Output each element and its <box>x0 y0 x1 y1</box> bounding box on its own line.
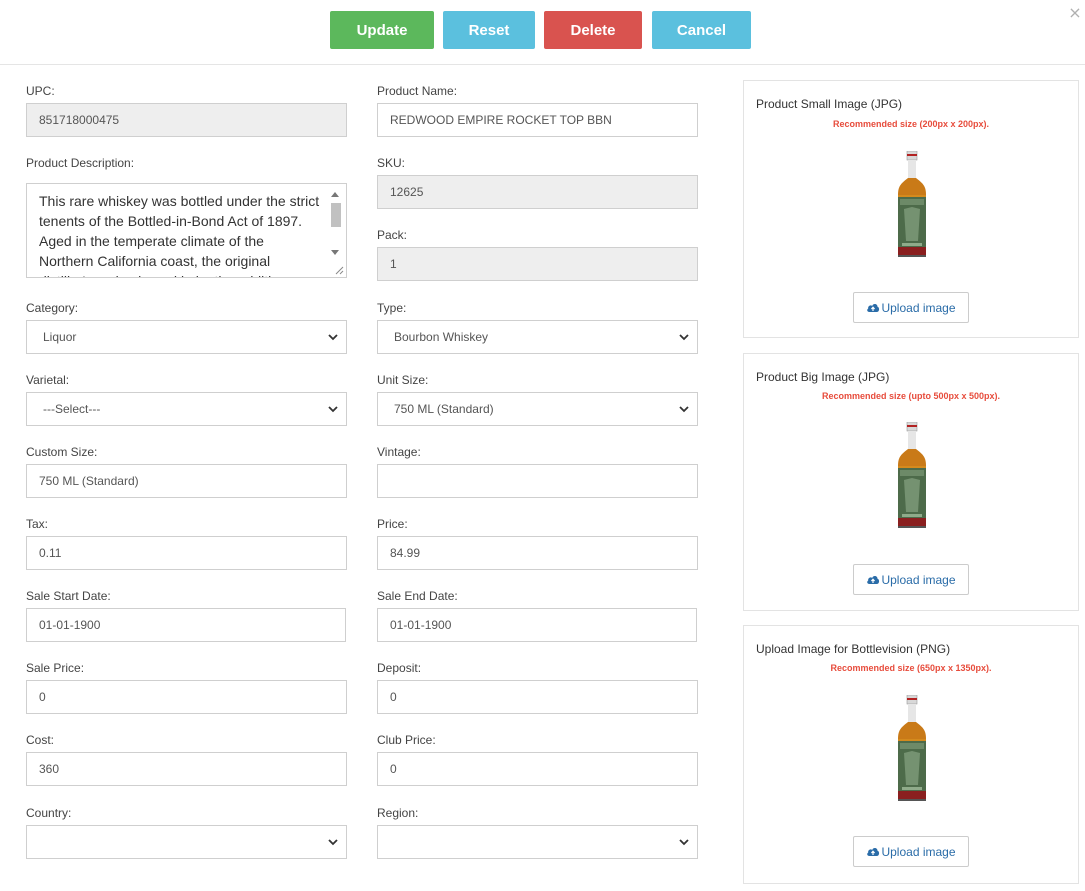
chevron-down-icon <box>328 839 338 846</box>
bottlevision-image-panel: Upload Image for Bottlevision (PNG) Reco… <box>743 625 1079 884</box>
product-name-label: Product Name: <box>377 84 458 98</box>
product-description-text: This rare whiskey was bottled under the … <box>39 193 320 277</box>
close-icon[interactable]: × <box>1068 5 1082 21</box>
small-image-panel: Product Small Image (JPG) Recommended si… <box>743 80 1079 338</box>
bottlevision-image-recommendation: Recommended size (650px x 1350px). <box>830 663 992 673</box>
region-label: Region: <box>377 806 419 820</box>
cloud-upload-icon <box>867 576 880 584</box>
unit-size-selected-value: 750 ML (Standard) <box>394 402 494 416</box>
big-image-panel: Product Big Image (JPG) Recommended size… <box>743 353 1079 611</box>
sku-label: SKU: <box>377 156 406 170</box>
custom-size-field[interactable]: 750 ML (Standard) <box>26 464 347 498</box>
country-select[interactable] <box>26 825 347 859</box>
sale-start-date-field[interactable]: 01-01-1900 <box>26 608 346 642</box>
small-image-title: Product Small Image (JPG) <box>756 97 903 111</box>
sale-end-date-field[interactable]: 01-01-1900 <box>377 608 697 642</box>
chevron-down-icon <box>328 334 338 341</box>
sale-end-date-label: Sale End Date: <box>377 589 458 603</box>
cost-field[interactable]: 360 <box>26 752 347 786</box>
chevron-down-icon <box>328 406 338 413</box>
upload-label: Upload image <box>881 844 956 859</box>
update-button[interactable]: Update <box>330 11 434 49</box>
sale-start-date-label: Sale Start Date: <box>26 589 111 603</box>
cancel-button[interactable]: Cancel <box>652 11 751 49</box>
delete-button[interactable]: Delete <box>544 11 642 49</box>
upc-field[interactable]: 851718000475 <box>26 103 347 137</box>
type-select[interactable]: Bourbon Whiskey <box>377 320 698 354</box>
price-label: Price: <box>377 517 408 531</box>
bottlevision-image-title: Upload Image for Bottlevision (PNG) <box>756 642 951 656</box>
pack-field[interactable]: 1 <box>377 247 698 281</box>
type-label: Type: <box>377 301 407 315</box>
cloud-upload-icon <box>867 848 880 856</box>
deposit-label: Deposit: <box>377 661 422 675</box>
sale-price-label: Sale Price: <box>26 661 85 675</box>
product-bottle-image <box>897 695 927 801</box>
chevron-down-icon <box>679 334 689 341</box>
tax-field[interactable]: 0.11 <box>26 536 347 570</box>
small-image-recommendation: Recommended size (200px x 200px). <box>832 119 990 129</box>
chevron-down-icon <box>679 406 689 413</box>
club-price-label: Club Price: <box>377 733 436 747</box>
pack-label: Pack: <box>377 228 408 242</box>
sale-price-field[interactable]: 0 <box>26 680 347 714</box>
product-bottle-image <box>897 422 927 528</box>
product-bottle-image <box>897 151 927 257</box>
upload-big-image-button[interactable]: Upload image <box>853 564 969 595</box>
upload-label: Upload image <box>881 300 956 315</box>
product-description-textarea[interactable]: This rare whiskey was bottled under the … <box>26 183 347 278</box>
scroll-thumb[interactable] <box>331 203 341 227</box>
big-image-title: Product Big Image (JPG) <box>756 370 890 384</box>
cost-label: Cost: <box>26 733 55 747</box>
textarea-scrollbar[interactable] <box>330 187 342 260</box>
category-selected-value: Liquor <box>43 330 77 344</box>
unit-size-label: Unit Size: <box>377 373 429 387</box>
vintage-label: Vintage: <box>377 445 421 459</box>
price-field[interactable]: 84.99 <box>377 536 698 570</box>
upload-label: Upload image <box>881 572 956 587</box>
varietal-selected-value: ---Select--- <box>43 402 101 416</box>
vintage-field[interactable] <box>377 464 698 498</box>
product-name-field[interactable]: REDWOOD EMPIRE ROCKET TOP BBN <box>377 103 698 137</box>
varietal-select[interactable]: ---Select--- <box>26 392 347 426</box>
big-image-recommendation: Recommended size (upto 500px x 500px). <box>821 391 1001 401</box>
custom-size-label: Custom Size: <box>26 445 98 459</box>
deposit-field[interactable]: 0 <box>377 680 698 714</box>
scroll-up-icon[interactable] <box>331 192 339 197</box>
country-label: Country: <box>26 806 72 820</box>
upload-bottlevision-image-button[interactable]: Upload image <box>853 836 969 867</box>
region-select[interactable] <box>377 825 698 859</box>
sku-field[interactable]: 12625 <box>377 175 698 209</box>
action-toolbar: Update Reset Delete Cancel × <box>0 0 1085 65</box>
upc-label: UPC: <box>26 84 55 98</box>
unit-size-select[interactable]: 750 ML (Standard) <box>377 392 698 426</box>
type-selected-value: Bourbon Whiskey <box>394 330 489 344</box>
cloud-upload-icon <box>867 304 880 312</box>
scroll-down-icon[interactable] <box>331 250 339 255</box>
varietal-label: Varietal: <box>26 373 70 387</box>
chevron-down-icon <box>679 839 689 846</box>
category-label: Category: <box>26 301 79 315</box>
resize-grip-icon[interactable] <box>335 266 344 275</box>
product-description-label: Product Description: <box>26 156 135 170</box>
reset-button[interactable]: Reset <box>443 11 535 49</box>
club-price-field[interactable]: 0 <box>377 752 698 786</box>
category-select[interactable]: Liquor <box>26 320 347 354</box>
tax-label: Tax: <box>26 517 49 531</box>
upload-small-image-button[interactable]: Upload image <box>853 292 969 323</box>
